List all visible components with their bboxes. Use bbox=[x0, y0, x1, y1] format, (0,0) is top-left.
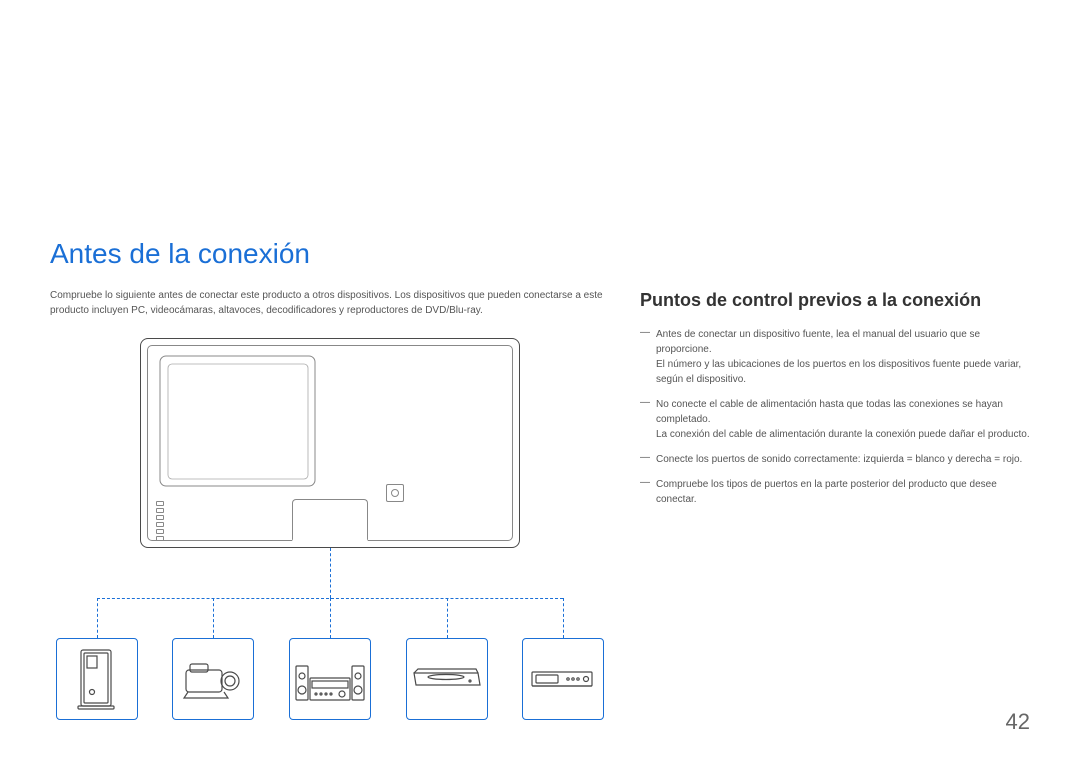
list-item: Conecte los puertos de sonido correctame… bbox=[640, 452, 1030, 467]
list-item-main: Compruebe los tipos de puertos en la par… bbox=[656, 479, 997, 505]
section-title: Antes de la conexión bbox=[50, 238, 1030, 270]
connection-diagram bbox=[50, 338, 610, 728]
checkpoint-list: Antes de conectar un dispositivo fuente,… bbox=[640, 327, 1030, 507]
power-button-icon bbox=[386, 484, 404, 502]
device-stereo-system bbox=[289, 638, 371, 720]
list-item-sub: El número y las ubicaciones de los puert… bbox=[656, 357, 1030, 387]
list-item-main: No conecte el cable de alimentación hast… bbox=[656, 399, 1003, 425]
list-item: Antes de conectar un dispositivo fuente,… bbox=[640, 327, 1030, 387]
list-item-sub: La conexión del cable de alimentación du… bbox=[656, 427, 1030, 442]
device-dvd-player bbox=[406, 638, 488, 720]
list-item-main: Conecte los puertos de sonido correctame… bbox=[656, 454, 1022, 465]
intro-paragraph: Compruebe lo siguiente antes de conectar… bbox=[50, 288, 610, 318]
monitor-icon bbox=[140, 338, 520, 548]
list-item: No conecte el cable de alimentación hast… bbox=[640, 397, 1030, 442]
device-camcorder bbox=[172, 638, 254, 720]
list-item-main: Antes de conectar un dispositivo fuente,… bbox=[656, 329, 980, 355]
device-set-top-box bbox=[522, 638, 604, 720]
device-pc-tower bbox=[56, 638, 138, 720]
list-item: Compruebe los tipos de puertos en la par… bbox=[640, 477, 1030, 507]
page-number: 42 bbox=[1006, 709, 1030, 735]
subsection-title: Puntos de control previos a la conexión bbox=[640, 290, 1030, 311]
